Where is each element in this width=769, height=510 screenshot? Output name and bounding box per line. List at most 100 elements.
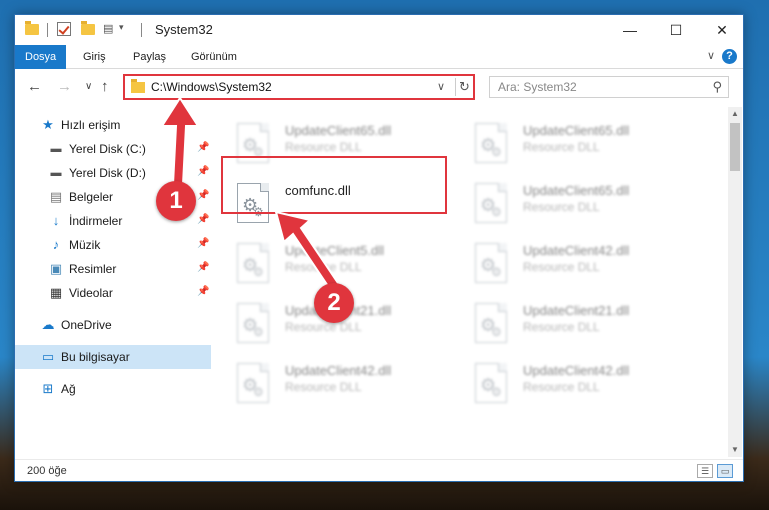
network-icon: ⊞ <box>42 381 54 396</box>
dll-file-icon: ⚙ ⚙ <box>237 303 269 343</box>
sidebar-item-label: Müzik <box>69 238 101 252</box>
scroll-thumb[interactable] <box>730 123 740 171</box>
address-row: ← → ∨ ↑ C:\Windows\System32 ∨ ↻ Ara: Sys… <box>15 70 743 104</box>
file-name: UpdateClient65.dll <box>285 123 392 138</box>
scroll-up-icon[interactable]: ▲ <box>728 107 742 121</box>
maximize-button[interactable]: ☐ <box>653 15 699 45</box>
sidebar-item-label: Yerel Disk (C:) <box>69 142 146 156</box>
properties-icon[interactable] <box>57 22 71 36</box>
tiles-view-icon[interactable]: ▭ <box>717 464 733 478</box>
sidebar-item-label: Yerel Disk (D:) <box>69 166 146 180</box>
pin-icon[interactable]: 📌 <box>197 262 209 273</box>
address-path[interactable]: C:\Windows\System32 <box>151 80 272 94</box>
status-bar: 200 öğe ☰ ▭ <box>15 459 743 481</box>
documents-icon: ▤ <box>49 189 63 204</box>
search-input[interactable]: Ara: System32 ⚲ <box>489 76 729 98</box>
new-folder-icon[interactable] <box>81 21 95 35</box>
file-item[interactable]: ⚙⚙ UpdateClient21.dll Resource DLL <box>453 293 683 349</box>
ribbon-tabs: Dosya Giriş Paylaş Görünüm ∨ ? <box>15 45 743 69</box>
window-title: System32 <box>155 22 213 37</box>
drive-icon: ▬ <box>50 143 62 155</box>
download-icon: ↓ <box>52 213 60 228</box>
forward-button[interactable]: → <box>57 78 72 95</box>
help-icon[interactable]: ? <box>722 49 737 64</box>
file-name: UpdateClient65.dll <box>523 123 630 138</box>
folder-icon <box>131 79 145 93</box>
tab-paylas[interactable]: Paylaş <box>123 45 176 69</box>
sidebar-item-this-pc[interactable]: ▭ Bu bilgisayar <box>15 345 211 369</box>
vertical-scrollbar[interactable]: ▲ ▼ <box>728 107 742 457</box>
cloud-icon: ☁ <box>41 317 55 332</box>
sidebar-item-label: Bu bilgisayar <box>61 350 130 364</box>
rename-icon[interactable]: ▤ <box>103 22 117 36</box>
star-icon: ★ <box>42 117 54 132</box>
sidebar-item-videos[interactable]: ▦ Videolar 📌 <box>15 281 211 305</box>
music-icon: ♪ <box>52 237 60 252</box>
sidebar-item-label: OneDrive <box>61 318 112 332</box>
computer-icon: ▭ <box>41 349 55 364</box>
minimize-button[interactable]: — <box>607 15 653 45</box>
sidebar-item-music[interactable]: ♪ Müzik 📌 <box>15 233 211 257</box>
dll-file-icon: ⚙ ⚙ <box>475 183 507 223</box>
customize-dropdown-icon[interactable]: ▾ <box>119 22 133 36</box>
details-view-icon[interactable]: ☰ <box>697 464 713 478</box>
drive-icon: ▬ <box>50 167 62 179</box>
sidebar-item-label: Belgeler <box>69 190 114 204</box>
file-item[interactable]: ⚙ ⚙ UpdateClient42.dll Resource DLL <box>453 353 683 409</box>
file-type: Resource DLL <box>285 380 362 394</box>
file-type: Resource DLL <box>523 320 600 334</box>
dll-file-icon: ⚙ ⚙ <box>475 123 507 163</box>
back-button[interactable]: ← <box>27 78 42 95</box>
pin-icon[interactable]: 📌 <box>197 238 209 249</box>
videos-icon: ▦ <box>49 285 63 300</box>
file-name: UpdateClient65.dll <box>523 183 630 198</box>
sidebar-item-pictures[interactable]: ▣ Resimler 📌 <box>15 257 211 281</box>
explorer-window: ▤ ▾ System32 — ☐ ✕ Dosya Giriş Paylaş Gö… <box>14 14 744 482</box>
file-type: Resource DLL <box>285 140 362 154</box>
file-name: UpdateClient42.dll <box>523 243 630 258</box>
step-badge-2: 2 <box>314 283 354 323</box>
separator <box>47 23 48 37</box>
dll-file-icon: ⚙ ⚙ <box>475 303 507 343</box>
file-type: Resource DLL <box>523 260 600 274</box>
sidebar-item-label: İndirmeler <box>69 214 123 228</box>
step-badge-1: 1 <box>156 181 196 221</box>
sidebar-item-label: Hızlı erişim <box>61 118 121 132</box>
file-item[interactable]: ⚙ ⚙ UpdateClient65.dll Resource DLL <box>453 173 683 229</box>
file-name: UpdateClient42.dll <box>285 363 392 378</box>
dll-file-icon: ⚙ ⚙ <box>237 243 269 283</box>
expand-ribbon-icon[interactable]: ∨ <box>707 49 715 62</box>
file-item[interactable]: ⚙ ⚙ UpdateClient42.dll Resource DLL <box>453 233 683 289</box>
item-count: 200 öğe <box>27 465 67 477</box>
search-placeholder: Ara: System32 <box>498 80 577 94</box>
tab-gorunum[interactable]: Görünüm <box>181 45 247 69</box>
sidebar-item-label: Ağ <box>61 382 76 396</box>
file-item[interactable]: ⚙ ⚙ UpdateClient65.dll Resource DLL <box>453 113 683 169</box>
dll-file-icon: ⚙ ⚙ <box>475 243 507 283</box>
separator <box>141 23 142 37</box>
file-item[interactable]: ⚙ ⚙ UpdateClient42.dll Resource DLL <box>215 353 445 409</box>
dll-file-icon: ⚙ ⚙ <box>237 363 269 403</box>
scroll-down-icon[interactable]: ▼ <box>728 443 742 457</box>
tab-giris[interactable]: Giriş <box>73 45 116 69</box>
folder-icon <box>25 21 39 35</box>
file-type: Resource DLL <box>523 380 600 394</box>
pin-icon[interactable]: 📌 <box>197 286 209 297</box>
sidebar-item-network[interactable]: ⊞ Ağ <box>15 377 211 401</box>
pictures-icon: ▣ <box>49 261 63 276</box>
chevron-down-icon[interactable]: ∨ <box>437 80 445 93</box>
title-bar: ▤ ▾ System32 — ☐ ✕ <box>15 15 743 45</box>
tab-dosya[interactable]: Dosya <box>15 45 67 69</box>
file-name: UpdateClient21.dll <box>523 303 630 318</box>
up-button[interactable]: ↑ <box>101 78 109 95</box>
recent-locations-button[interactable]: ∨ <box>85 81 92 92</box>
sidebar-item-onedrive[interactable]: ☁ OneDrive <box>15 313 211 337</box>
file-type: Resource DLL <box>285 320 362 334</box>
file-type: Resource DLL <box>523 200 600 214</box>
close-button[interactable]: ✕ <box>699 15 745 45</box>
refresh-button[interactable]: ↻ <box>455 78 473 96</box>
dll-file-icon: ⚙ ⚙ <box>475 363 507 403</box>
file-name: UpdateClient42.dll <box>523 363 630 378</box>
sidebar-item-label: Resimler <box>69 262 117 276</box>
search-icon: ⚲ <box>712 79 722 94</box>
